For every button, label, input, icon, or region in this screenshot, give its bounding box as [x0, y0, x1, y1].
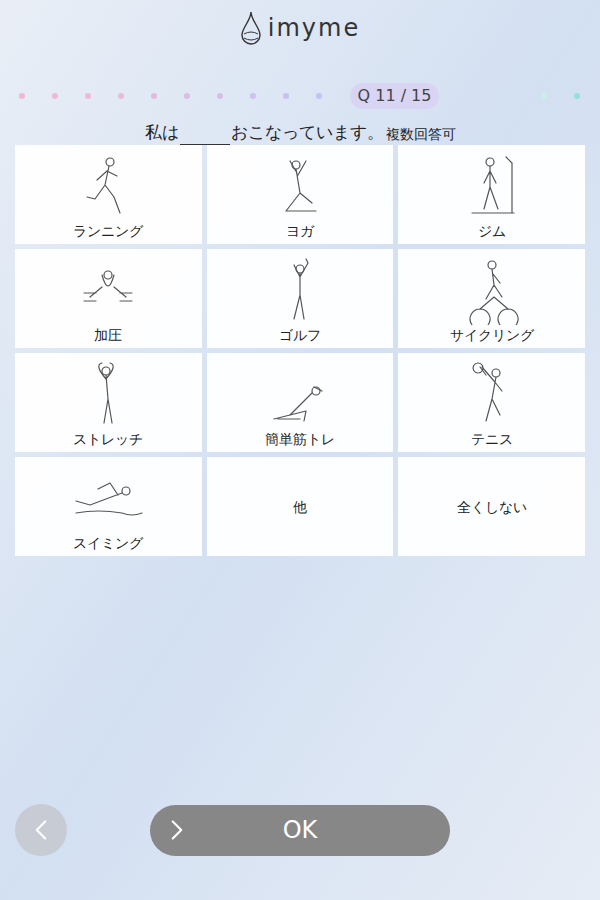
- progress-dot: [541, 93, 547, 99]
- option-label: 加圧: [94, 325, 122, 345]
- question-counter-badge: Q 11 / 15: [350, 83, 439, 109]
- header: imyme: [0, 0, 600, 56]
- option-label: スイミング: [73, 533, 143, 553]
- exercise-figure-icon: [68, 257, 148, 325]
- exercise-figure-icon: [260, 153, 340, 221]
- option-label: ランニング: [73, 221, 143, 241]
- option-card[interactable]: 全くしない: [398, 457, 585, 556]
- back-button[interactable]: [15, 804, 67, 856]
- progress-dot: [118, 93, 124, 99]
- progress-dot: [316, 93, 322, 99]
- option-card[interactable]: 簡単筋トレ: [207, 353, 394, 452]
- back-chevron-icon: [24, 813, 58, 847]
- progress-dot: [574, 93, 580, 99]
- next-chevron-icon: [160, 813, 194, 847]
- progress-dot: [283, 93, 289, 99]
- progress-dot: [52, 93, 58, 99]
- option-label: ジム: [478, 221, 506, 241]
- progress-dot: [19, 93, 25, 99]
- answer-blank: [180, 125, 230, 145]
- exercise-figure-icon: [260, 257, 340, 325]
- option-label: 他: [293, 497, 307, 517]
- exercise-figure-icon: [68, 465, 148, 533]
- progress-dot: [184, 93, 190, 99]
- survey-screen: imyme Q 11 / 15 私はおこなっています。複数回答可ランニング ヨガ ジム加…: [0, 0, 600, 900]
- progress-row: Q 11 / 15: [0, 83, 600, 109]
- option-card[interactable]: 他: [207, 457, 394, 556]
- exercise-figure-icon: [68, 153, 148, 221]
- exercise-figure-icon: [452, 153, 532, 221]
- option-label: テニス: [471, 429, 513, 449]
- option-card[interactable]: スイミング: [15, 457, 202, 556]
- option-card[interactable]: 加圧: [15, 249, 202, 348]
- option-label: 簡単筋トレ: [265, 429, 335, 449]
- option-card[interactable]: ストレッチ: [15, 353, 202, 452]
- exercise-figure-icon: [68, 361, 148, 429]
- exercise-figure-icon: [452, 257, 532, 325]
- multiple-answer-note: 複数回答可: [386, 124, 456, 145]
- bottom-bar: OK: [0, 804, 600, 856]
- option-label: ゴルフ: [279, 325, 321, 345]
- drop-logo-icon: [240, 10, 262, 46]
- option-card[interactable]: ジム: [398, 145, 585, 244]
- option-card[interactable]: ランニング: [15, 145, 202, 244]
- progress-dot: [151, 93, 157, 99]
- option-label: 全くしない: [457, 497, 527, 517]
- options-grid: ランニング ヨガ ジム加圧 ゴルフ サイクリングストレッチ 簡単筋トレ テニススイミング 他 全…: [0, 145, 600, 556]
- option-label: サイクリング: [450, 325, 534, 345]
- progress-dot: [85, 93, 91, 99]
- option-card[interactable]: ゴルフ: [207, 249, 394, 348]
- exercise-figure-icon: [452, 361, 532, 429]
- option-label: ストレッチ: [73, 429, 143, 449]
- option-card[interactable]: ヨガ: [207, 145, 394, 244]
- exercise-figure-icon: [260, 361, 340, 429]
- progress-dot: [250, 93, 256, 99]
- progress-dot: [217, 93, 223, 99]
- option-card[interactable]: テニス: [398, 353, 585, 452]
- question: 私はおこなっています。複数回答可: [0, 121, 600, 145]
- option-label: ヨガ: [286, 221, 314, 241]
- logo-text: imyme: [268, 10, 360, 46]
- ok-button[interactable]: OK: [150, 805, 450, 856]
- option-card[interactable]: サイクリング: [398, 249, 585, 348]
